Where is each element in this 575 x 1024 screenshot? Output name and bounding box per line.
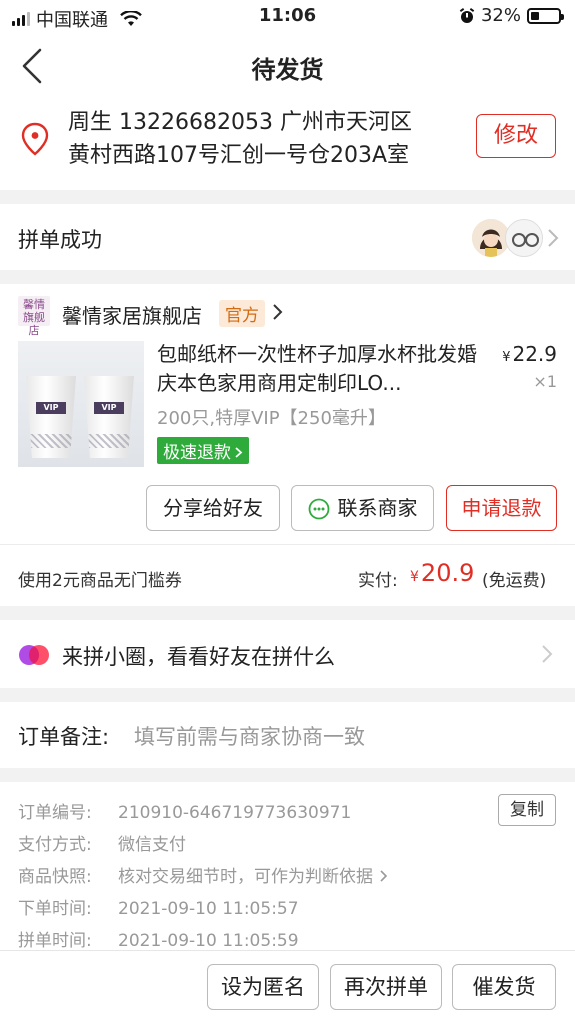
nav-bar: 待发货 [0, 34, 575, 98]
urge-shipment-button[interactable]: 催发货 [452, 964, 556, 1010]
chevron-right-icon [380, 870, 388, 882]
cup-graphic: VIP [84, 376, 134, 458]
address-text: 周生 13226682053 广州市天河区 黄村西路107号汇创一号仓203A室 [68, 106, 468, 172]
product-image[interactable]: VIP VIP [18, 341, 144, 467]
modify-address-button[interactable]: 修改 [476, 114, 556, 158]
payment-method-row: 支付方式: 微信支付 [18, 835, 186, 855]
chat-bubble-icon [308, 498, 329, 520]
status-right: 32% [459, 5, 564, 26]
product-quantity: ×1 [533, 372, 557, 391]
chevron-right-icon [548, 229, 559, 247]
remark-input[interactable]: 填写前需与商家协商一致 [134, 721, 365, 751]
fast-refund-tag[interactable]: 极速退款 [157, 437, 249, 464]
paid-amount: ¥20.9 [410, 559, 475, 587]
chevron-right-icon [235, 447, 243, 458]
store-logo[interactable]: 馨情 旗舰店 [18, 296, 50, 337]
circle-banner-text: 来拼小圈，看看好友在拼什么 [62, 645, 335, 669]
shipping-note: (免运费) [482, 571, 547, 591]
paid-label: 实付: [358, 571, 398, 591]
group-status-label: 拼单成功 [18, 228, 102, 252]
avatar [505, 219, 543, 257]
product-title[interactable]: 包邮纸杯一次性杯子加厚水杯批发婚庆本色家用商用定制印LO... [157, 340, 477, 398]
share-button[interactable]: 分享给好友 [146, 485, 280, 531]
chevron-right-icon [542, 645, 553, 663]
friend-circle-banner[interactable]: 来拼小圈，看看好友在拼什么 [0, 620, 575, 688]
status-bar: 中国联通 11:06 32% [0, 0, 575, 34]
set-anonymous-button[interactable]: 设为匿名 [207, 964, 319, 1010]
group-status-row[interactable]: 拼单成功 [0, 204, 575, 270]
product-spec: 200只,特厚VIP【250毫升】 [157, 408, 386, 429]
page-title: 待发货 [251, 56, 324, 84]
coupon-text: 使用2元商品无门槛券 [18, 571, 182, 591]
order-time-row: 下单时间: 2021-09-10 11:05:57 [18, 899, 299, 919]
reorder-button[interactable]: 再次拼单 [330, 964, 442, 1010]
remark-label: 订单备注: [18, 725, 110, 749]
location-pin-icon [21, 122, 49, 156]
chevron-right-icon[interactable] [272, 303, 284, 321]
address-line-2: 黄村西路107号汇创一号仓203A室 [68, 143, 410, 168]
order-info-section: 订单编号: 210910-646719773630971 复制 支付方式: 微信支付… [0, 782, 575, 954]
circle-logo-icon [19, 645, 49, 665]
battery-percent: 32% [480, 5, 521, 26]
product-price: ¥22.9 [502, 342, 557, 366]
order-card: 馨情 旗舰店 馨情家居旗舰店 官方 VIP VIP 包邮纸杯一次性杯子加厚水杯批… [0, 284, 575, 606]
cup-graphic: VIP [26, 376, 76, 458]
address-line-1: 周生 13226682053 广州市天河区 [68, 110, 412, 135]
official-badge: 官方 [219, 300, 265, 327]
battery-icon [527, 7, 564, 24]
contact-seller-button[interactable]: 联系商家 [291, 485, 434, 531]
product-snapshot-row[interactable]: 商品快照: 核对交易细节时，可作为判断依据 [18, 862, 388, 887]
group-time-row: 拼单时间: 2021-09-10 11:05:59 [18, 931, 299, 951]
bottom-action-bar: 设为匿名 再次拼单 催发货 [0, 950, 575, 1024]
order-number-row: 订单编号: 210910-646719773630971 [18, 803, 352, 823]
store-name[interactable]: 馨情家居旗舰店 [62, 300, 202, 329]
address-section[interactable]: 周生 13226682053 广州市天河区 黄村西路107号汇创一号仓203A室… [0, 98, 575, 190]
request-refund-button[interactable]: 申请退款 [446, 485, 557, 531]
divider [0, 544, 575, 545]
order-remark-row[interactable]: 订单备注: 填写前需与商家协商一致 [0, 702, 575, 768]
alarm-icon [459, 7, 475, 23]
copy-order-number-button[interactable]: 复制 [498, 794, 556, 826]
